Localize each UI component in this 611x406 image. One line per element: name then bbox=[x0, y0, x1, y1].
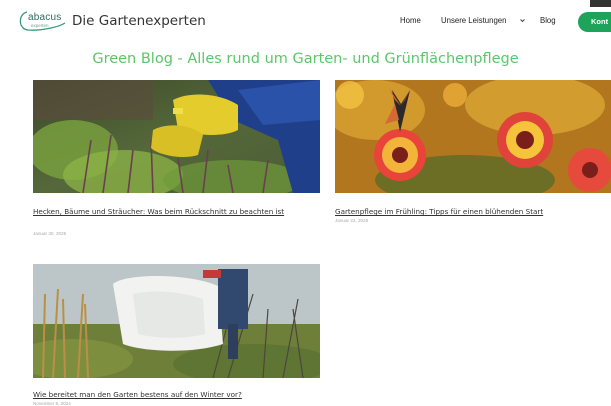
winter-garden-photo bbox=[33, 264, 320, 378]
brand-name[interactable]: Die Gartenexperten bbox=[72, 13, 206, 29]
post-date: Januar 30, 2025 bbox=[33, 231, 67, 236]
chevron-down-icon[interactable] bbox=[519, 17, 526, 24]
contact-button[interactable]: Kont bbox=[578, 12, 611, 32]
nav-home[interactable]: Home bbox=[400, 16, 421, 25]
post-image-hedges[interactable] bbox=[33, 80, 320, 193]
hedge-trimming-photo bbox=[33, 80, 320, 193]
nav-blog[interactable]: Blog bbox=[540, 16, 556, 25]
post-title[interactable]: Hecken, Bäume und Sträucher: Was beim Rü… bbox=[33, 207, 323, 217]
post-date: November 9, 2024 bbox=[33, 401, 71, 406]
site-header: abacus experten Die Gartenexperten Home … bbox=[0, 0, 611, 44]
logo-subtext: experten bbox=[31, 23, 49, 28]
post-image-winter[interactable] bbox=[33, 264, 320, 378]
nav-leistungen[interactable]: Unsere Leistungen bbox=[441, 16, 506, 25]
logo-text: abacus bbox=[28, 12, 62, 23]
post-title[interactable]: Wie bereitet man den Garten bestens auf … bbox=[33, 390, 323, 400]
logo[interactable]: abacus experten bbox=[17, 10, 67, 32]
post-title[interactable]: Gartenpflege im Frühling: Tipps für eine… bbox=[335, 207, 611, 217]
page-title: Green Blog - Alles rund um Garten- und G… bbox=[92, 51, 519, 67]
post-date: Januar 23, 2025 bbox=[335, 218, 369, 223]
flowers-butterfly-photo bbox=[335, 80, 611, 193]
top-bar-fragment bbox=[590, 0, 611, 7]
post-image-spring[interactable] bbox=[335, 80, 611, 193]
